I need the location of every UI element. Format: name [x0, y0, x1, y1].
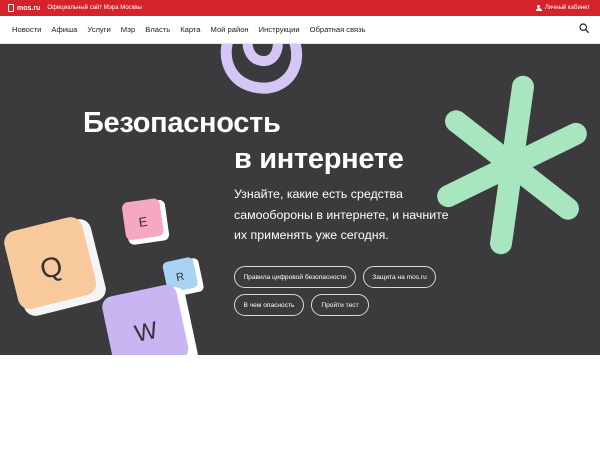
main-nav: Новости Афиша Услуги Мэр Власть Карта Мо… [0, 16, 600, 44]
hero-description: Узнайте, какие есть средства самообороны… [234, 187, 449, 242]
hero-title-line-2: в интернете [234, 143, 404, 175]
nav-item-afisha[interactable]: Афиша [51, 25, 77, 34]
what-is-danger-button[interactable]: В чем опасность [234, 294, 304, 316]
nav-item-mayor[interactable]: Мэр [121, 25, 136, 34]
mos-logo[interactable]: mos.ru [8, 4, 40, 12]
personal-cabinet-link[interactable]: Личный кабинет [535, 0, 590, 16]
official-site-label: Официальный сайт Мэра Москвы [47, 5, 142, 11]
hero-title-line-1: Безопасность [83, 107, 281, 139]
search-icon[interactable] [579, 23, 589, 33]
key-q-icon: Q [4, 217, 106, 316]
top-bar: mos.ru Официальный сайт Мэра Москвы Личн… [0, 0, 600, 16]
hero-title: Безопасность в интернете [83, 105, 404, 177]
digital-safety-rules-button[interactable]: Правила цифровой безопасности [234, 266, 356, 288]
key-e-icon: E [122, 198, 170, 245]
take-test-button[interactable]: Пройти тест [311, 294, 369, 316]
nav-item-my-district[interactable]: Мой район [211, 25, 249, 34]
at-sign-icon [220, 44, 303, 94]
nav-item-government[interactable]: Власть [145, 25, 170, 34]
nav-item-feedback[interactable]: Обратная связь [310, 25, 366, 34]
hero-banner: Q E R W Безопасность в интернете Узнайте… [0, 44, 600, 355]
mos-protection-button[interactable]: Защита на mos.ru [363, 266, 436, 288]
personal-cabinet-label: Личный кабинет [544, 5, 590, 11]
nav-item-instructions[interactable]: Инструкции [259, 25, 300, 34]
nav-item-map[interactable]: Карта [180, 25, 200, 34]
nav-item-services[interactable]: Услуги [87, 25, 110, 34]
logo-text: mos.ru [17, 4, 41, 12]
user-icon [535, 4, 542, 12]
content-area [0, 355, 600, 463]
mos-logo-icon [8, 4, 14, 12]
nav-item-news[interactable]: Новости [12, 25, 41, 34]
